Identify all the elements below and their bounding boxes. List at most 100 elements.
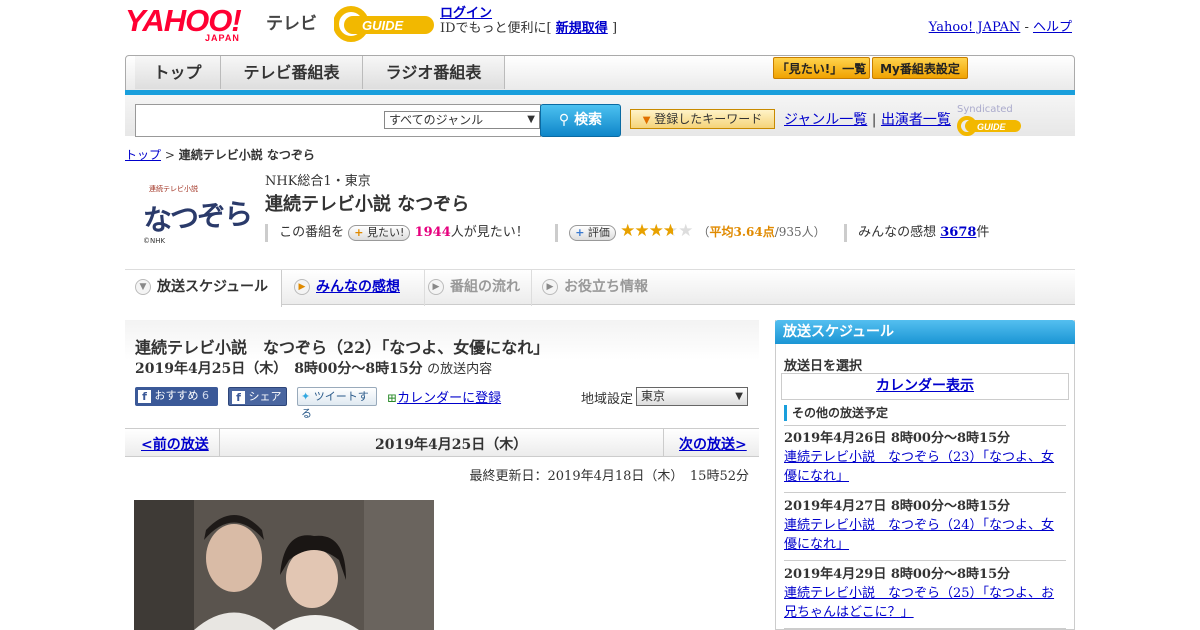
nav-divider [663, 429, 664, 456]
star-icon: ★ [620, 221, 635, 241]
schedule-item-date: 2019年4月29日 8時00分～8時15分 [784, 567, 1011, 582]
yahoo-japan-link[interactable]: Yahoo! JAPAN [929, 20, 1021, 35]
nav-tab-radio-schedule[interactable]: ラジオ番組表 [363, 56, 505, 89]
facebook-recommend-button[interactable]: f おすすめ 6 [135, 387, 218, 406]
episode-datetime-suffix: の放送内容 [427, 362, 493, 377]
channel-label: NHK総合1・東京 [265, 174, 371, 189]
schedule-item: 2019年4月26日 8時00分～8時15分 連続テレビ小説 なつぞら（23）「… [784, 429, 1066, 493]
genre-list-link[interactable]: ジャンル一覧 [784, 112, 867, 128]
program-logo: 連続テレビ小説 なつぞら ©NHK [141, 179, 252, 249]
prev-episode-link[interactable]: <前の放送 [141, 434, 209, 454]
schedule-item-link[interactable]: 連続テレビ小説 なつぞら（25）「なつよ、お兄ちゃんはどこに？」 [784, 586, 1054, 620]
impressions-count-link[interactable]: 3678 [940, 225, 976, 240]
rate-button[interactable]: + 評価 [569, 224, 616, 241]
last-updated: 最終更新日：2019年4月18日（木） 15時52分 [469, 469, 749, 484]
search-icon: ⚲ [558, 112, 570, 128]
tv-logo-label[interactable]: テレビ [266, 9, 317, 34]
schedule-item-link[interactable]: 連続テレビ小説 なつぞら（23）「なつよ、女優になれ」 [784, 450, 1054, 484]
schedule-item-link[interactable]: 連続テレビ小説 なつぞら（24）「なつよ、女優になれ」 [784, 518, 1054, 552]
schedule-item: 2019年4月29日 8時00分～8時15分 連続テレビ小説 なつぞら（25）「… [784, 565, 1066, 629]
want-button-label: 見たい! [367, 225, 405, 239]
schedule-item: 2019年4月27日 8時00分～8時15分 連続テレビ小説 なつぞら（24）「… [784, 497, 1066, 561]
header-links: Yahoo! JAPAN - ヘルプ [929, 16, 1072, 35]
calendar-display-link[interactable]: カレンダー表示 [876, 378, 974, 394]
tab-broadcast-schedule[interactable]: ▼ 放送スケジュール [125, 270, 282, 307]
register-link[interactable]: 新規取得 [556, 21, 608, 36]
facebook-share-button[interactable]: f シェア [228, 387, 287, 406]
tab-useful-info: ▶ お役立ち情報 [532, 270, 672, 306]
tab-impressions[interactable]: ▶ みんなの感想 [282, 270, 425, 306]
region-select[interactable]: 東京 ▼ [636, 387, 748, 406]
other-schedule-label: その他の放送予定 [784, 405, 888, 421]
search-links-divider: | [871, 112, 877, 128]
header-separator: - [1024, 20, 1029, 35]
gguide-small-logo: GUIDE [957, 116, 1021, 136]
schedule-item-date: 2019年4月27日 8時00分～8時15分 [784, 499, 1011, 514]
program-stats: この番組を + 見たい! 1944人が見たい！ + 評価 ★★★★ ★ ★ （平均3… [265, 221, 989, 242]
arrow-right-icon: ▶ [294, 279, 310, 295]
schedule-item-date: 2019年4月26日 8時00分～8時15分 [784, 431, 1011, 446]
episode-title: 連続テレビ小説 なつぞら（22）「なつよ、女優になれ」 [135, 338, 550, 357]
rating-open: （ [697, 225, 710, 239]
performer-list-link[interactable]: 出演者一覧 [881, 112, 951, 128]
login-text: IDでもっと便利に[ [440, 21, 552, 36]
star-icon: ★ [678, 221, 694, 241]
star-icon: ★ [634, 221, 649, 241]
tweet-button[interactable]: ✦ ツイートする [297, 387, 377, 420]
program-logo-nhk: ©NHK [143, 237, 166, 245]
search-links: ジャンル一覧 | 出演者一覧 [784, 109, 951, 129]
sidebar-title: 放送スケジュール [775, 320, 1075, 344]
genre-select[interactable]: すべてのジャンル ▼ [384, 111, 540, 129]
search-button[interactable]: ⚲ 検索 [540, 104, 621, 137]
plus-icon: + [354, 225, 364, 239]
want-button[interactable]: + 見たい! [348, 224, 411, 241]
arrow-right-icon: ▶ [542, 279, 558, 295]
breadcrumb-current: 連続テレビ小説 なつぞら [178, 148, 315, 162]
arrow-down-icon: ▼ [135, 279, 151, 295]
nav-tab-top[interactable]: トップ [135, 56, 221, 89]
share-label: シェア [248, 390, 282, 403]
nav-divider [219, 429, 220, 456]
nav-tab-tv-schedule[interactable]: テレビ番組表 [221, 56, 363, 89]
yahoo-logo-text: YAHOO! [125, 3, 242, 38]
breadcrumb-top-link[interactable]: トップ [125, 148, 161, 162]
impressions-label: みんなの感想 [858, 225, 937, 240]
region-label: 地域設定 [581, 392, 634, 407]
next-episode-link[interactable]: 次の放送> [679, 434, 747, 454]
registered-keywords-button[interactable]: ▼ 登録したキーワード [630, 109, 775, 129]
yahoo-logo-sub: JAPAN [205, 33, 240, 43]
episode-datetime: 2019年4月25日（木） 8時00分～8時15分 [135, 361, 423, 377]
arrow-right-icon: ▶ [428, 279, 444, 295]
episode-nav: <前の放送 2019年4月25日（木） 次の放送> [125, 428, 759, 457]
want-list-button[interactable]: 「見たい!」一覧 [773, 57, 870, 79]
stats-divider [265, 223, 268, 242]
calendar-register[interactable]: ⊞カレンダーに登録 [387, 387, 501, 406]
help-link[interactable]: ヘルプ [1033, 20, 1072, 35]
syndicated-label: Syndicated [957, 104, 1013, 115]
search-button-label: 検索 [574, 112, 603, 128]
syndicated-gguide-badge: Syndicated GUIDE [957, 104, 1075, 137]
facebook-icon: f [138, 389, 151, 403]
episode-datetime-row: 2019年4月25日（木） 8時00分～8時15分 の放送内容 [135, 358, 492, 378]
main-nav: トップ テレビ番組表 ラジオ番組表 「見たい!」一覧 My番組表設定 [125, 55, 1075, 93]
chevron-down-icon: ▼ [735, 391, 743, 402]
yahoo-japan-logo[interactable]: YAHOO! JAPAN [125, 3, 261, 44]
calendar-register-link[interactable]: カレンダーに登録 [397, 391, 501, 406]
recommend-label: おすすめ [154, 389, 199, 402]
stats-divider [555, 223, 559, 242]
login-link[interactable]: ログイン [440, 6, 492, 21]
my-schedule-button[interactable]: My番組表設定 [872, 57, 968, 79]
rating-count: /935人） [774, 225, 826, 239]
program-logo-small: 連続テレビ小説 [149, 185, 198, 193]
program-title: 連続テレビ小説 なつぞら [265, 194, 470, 215]
divider [784, 425, 1066, 426]
login-close: ] [611, 21, 618, 36]
program-tabs: ▼ 放送スケジュール ▶ みんなの感想 ▶ 番組の流れ ▶ お役立ち情報 [125, 269, 1075, 307]
tab-program-flow-label: 番組の流れ [450, 279, 520, 295]
chevron-down-icon: ▼ [527, 114, 535, 125]
dropdown-arrow-icon: ▼ [642, 115, 651, 126]
star-icon: ★ [648, 221, 664, 241]
rate-button-label: 評価 [587, 225, 610, 239]
gguide-logo[interactable]: GUIDE [333, 6, 434, 42]
select-date-label: 放送日を選択 [784, 359, 863, 374]
